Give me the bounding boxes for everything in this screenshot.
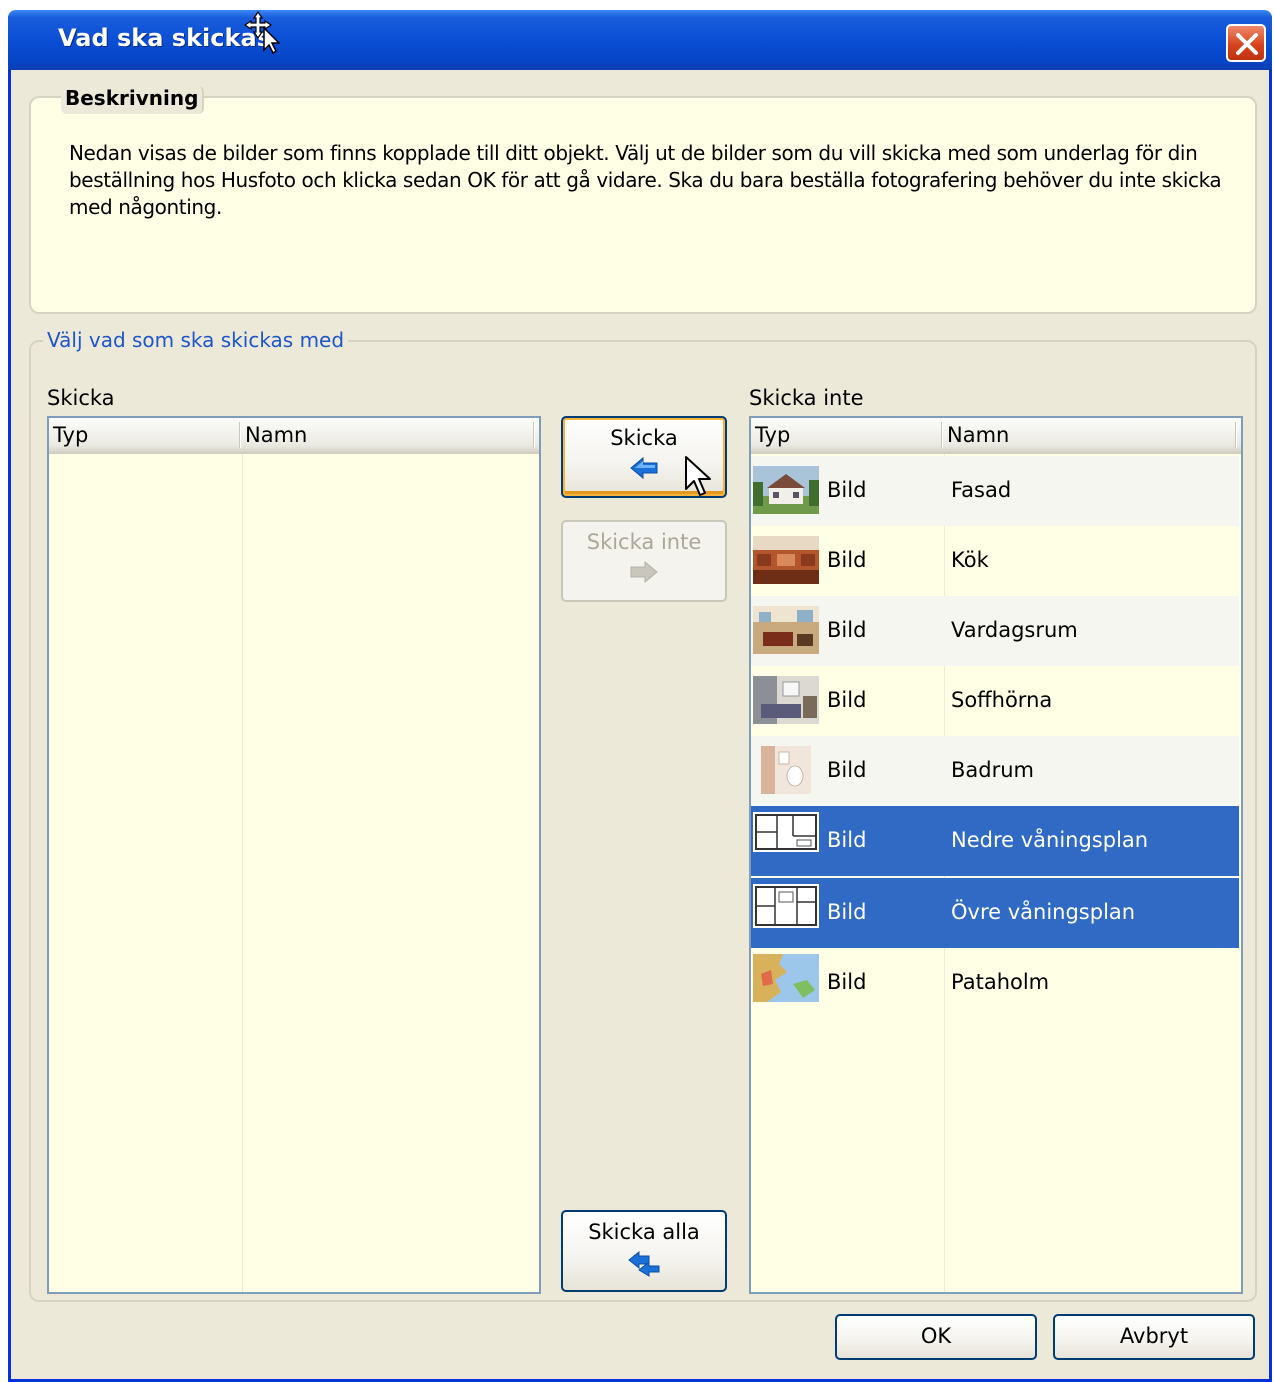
move-cursor-icon: [244, 10, 280, 54]
row-type: Bild: [827, 970, 867, 994]
row-name: Pataholm: [951, 970, 1050, 994]
close-button[interactable]: [1226, 24, 1266, 62]
send-list-header: Typ Namn: [49, 418, 539, 454]
row-type: Bild: [827, 900, 867, 924]
title-bar[interactable]: Vad ska skickas: [8, 10, 1272, 70]
row-type: Bild: [827, 548, 867, 572]
list-item-ovre-vaningsplan[interactable]: Bild Övre våningsplan: [751, 878, 1239, 948]
send-button-label: Skicka: [610, 426, 678, 450]
mouse-pointer-icon: [685, 456, 711, 496]
dialog-window: Vad ska skickas Beskrivning Nedan visas …: [8, 10, 1272, 1382]
send-list-label: Skicka: [47, 386, 115, 410]
row-name: Soffhörna: [951, 688, 1053, 712]
list-item-badrum[interactable]: Bild Badrum: [751, 736, 1239, 806]
row-name: Badrum: [951, 758, 1035, 782]
dont-send-button-label: Skicka inte: [586, 530, 702, 554]
arrow-left-icon: [630, 456, 658, 480]
column-separator[interactable]: [533, 422, 535, 448]
double-arrow-icon: [628, 1250, 660, 1277]
ok-button-label: OK: [920, 1324, 952, 1348]
dont-send-list[interactable]: Typ Namn Bild Fasad Bild Kök Bild Vardag…: [749, 416, 1243, 1294]
column-header-typ[interactable]: Typ: [49, 418, 239, 452]
send-all-button[interactable]: Skicka alla: [561, 1210, 727, 1292]
list-item-fasad[interactable]: Bild Fasad: [751, 456, 1239, 526]
selection-group: Välj vad som ska skickas med Skicka Skic…: [29, 328, 1257, 1302]
dont-send-button[interactable]: Skicka inte: [561, 520, 727, 602]
column-divider: [242, 454, 243, 1292]
map-thumbnail: [753, 954, 819, 1002]
cancel-button[interactable]: Avbryt: [1053, 1314, 1255, 1360]
send-all-button-label: Skicka alla: [588, 1220, 700, 1244]
living-room-thumbnail: [753, 606, 819, 654]
cancel-button-label: Avbryt: [1119, 1324, 1189, 1348]
row-name: Nedre våningsplan: [951, 828, 1149, 852]
description-legend: Beskrivning: [61, 86, 205, 114]
bathroom-thumbnail: [761, 746, 811, 794]
row-name: Vardagsrum: [951, 618, 1078, 642]
column-header-namn[interactable]: Namn: [241, 418, 531, 452]
arrow-right-icon: [630, 560, 658, 584]
row-name: Fasad: [951, 478, 1012, 502]
row-name: Kök: [951, 548, 989, 572]
list-item-kok[interactable]: Bild Kök: [751, 526, 1239, 596]
list-item-vardagsrum[interactable]: Bild Vardagsrum: [751, 596, 1239, 666]
ok-button[interactable]: OK: [835, 1314, 1037, 1360]
list-item-soffhorna[interactable]: Bild Soffhörna: [751, 666, 1239, 736]
sofa-corner-thumbnail: [753, 676, 819, 724]
send-list[interactable]: Typ Namn: [47, 416, 541, 1294]
floorplan-thumbnail: [753, 812, 819, 852]
row-name: Övre våningsplan: [951, 900, 1136, 924]
kitchen-thumbnail: [753, 536, 819, 584]
window-title: Vad ska skickas: [58, 24, 271, 52]
row-type: Bild: [827, 618, 867, 642]
list-item-pataholm[interactable]: Bild Pataholm: [751, 948, 1239, 1018]
floorplan-thumbnail: [753, 884, 819, 928]
description-group: Beskrivning Nedan visas de bilder som fi…: [29, 86, 1257, 314]
row-type: Bild: [827, 688, 867, 712]
dont-send-list-header: Typ Namn: [751, 418, 1241, 454]
column-separator[interactable]: [1235, 422, 1237, 448]
dont-send-list-label: Skicka inte: [749, 386, 864, 410]
row-type: Bild: [827, 478, 867, 502]
selection-legend: Välj vad som ska skickas med: [43, 328, 349, 352]
column-header-namn[interactable]: Namn: [943, 418, 1233, 452]
list-item-nedre-vaningsplan[interactable]: Bild Nedre våningsplan: [751, 806, 1239, 876]
column-header-typ[interactable]: Typ: [751, 418, 941, 452]
row-type: Bild: [827, 758, 867, 782]
house-exterior-thumbnail: [753, 466, 819, 514]
close-icon: [1236, 33, 1258, 55]
row-type: Bild: [827, 828, 867, 852]
description-text: Nedan visas de bilder som finns kopplade…: [69, 141, 1222, 219]
